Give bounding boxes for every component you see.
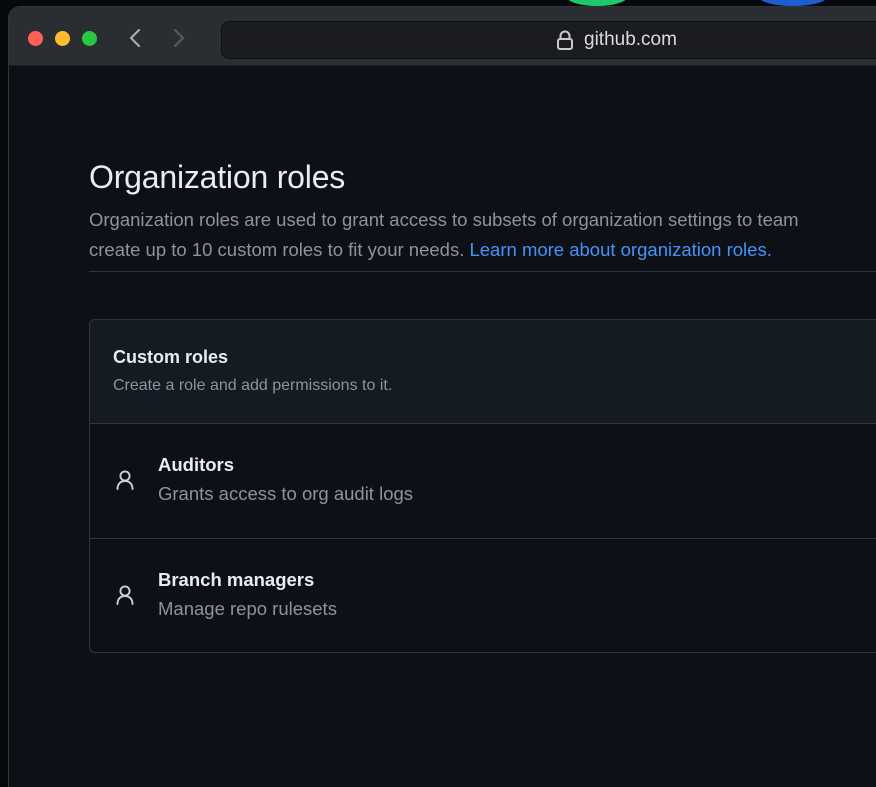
page-description: Organization roles are used to grant acc…	[89, 205, 876, 265]
chevron-left-icon	[129, 28, 141, 48]
role-row-auditors[interactable]: Auditors Grants access to org audit logs	[90, 424, 876, 539]
address-url: github.com	[584, 29, 677, 50]
person-icon	[116, 585, 134, 605]
chevron-right-icon	[173, 28, 185, 48]
custom-roles-header: Custom roles Create a role and add permi…	[90, 320, 876, 424]
custom-roles-panel: Custom roles Create a role and add permi…	[89, 319, 876, 653]
close-window-button[interactable]	[28, 31, 43, 46]
role-name: Branch managers	[158, 569, 315, 590]
browser-window: github.com Organization roles Organizati…	[8, 6, 876, 787]
header-divider	[89, 271, 876, 272]
lock-icon	[557, 30, 573, 50]
custom-roles-title: Custom roles	[113, 347, 229, 367]
page-description-line-1: Organization roles are used to grant acc…	[89, 209, 799, 230]
forward-button[interactable]	[167, 26, 189, 50]
role-name: Auditors	[158, 454, 235, 475]
role-description: Manage repo rulesets	[158, 598, 337, 619]
page-description-text: create up to 10 custom roles to fit your…	[89, 239, 465, 260]
role-row-branch-managers[interactable]: Branch managers Manage repo rulesets	[90, 539, 876, 652]
zoom-window-button[interactable]	[82, 31, 97, 46]
minimize-window-button[interactable]	[55, 31, 70, 46]
role-description: Grants access to org audit logs	[158, 483, 414, 504]
browser-titlebar: github.com	[9, 7, 876, 66]
person-icon	[116, 470, 134, 490]
custom-roles-subtitle: Create a role and add permissions to it.	[113, 377, 393, 394]
address-bar[interactable]: github.com	[221, 21, 876, 59]
page-title: Organization roles	[89, 159, 346, 195]
back-button[interactable]	[125, 26, 147, 50]
learn-more-link[interactable]: Learn more about organization roles.	[469, 239, 771, 260]
page-description-line-2: create up to 10 custom roles to fit your…	[89, 235, 876, 265]
